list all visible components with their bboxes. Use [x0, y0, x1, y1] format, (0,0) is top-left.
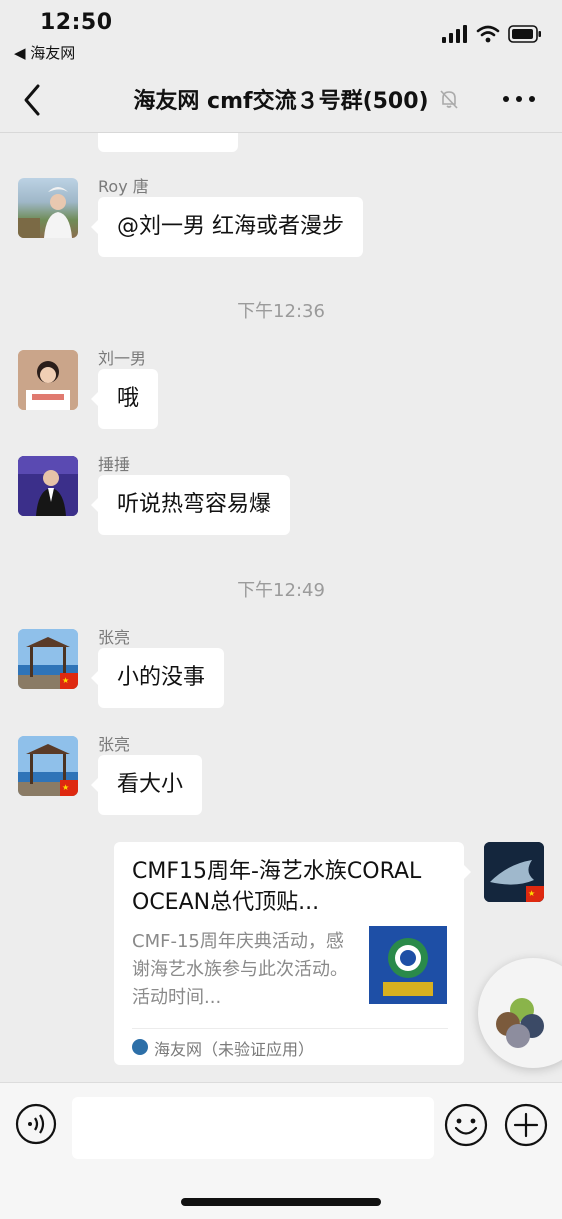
previous-message-bubble-clipped [98, 133, 238, 152]
message-input[interactable] [72, 1097, 434, 1159]
message-bubble[interactable]: 听说热弯容易爆 [90, 475, 291, 535]
avatar-zhang-liang[interactable]: ★ [18, 736, 78, 796]
back-to-app-link[interactable]: ◀ 海友网 [14, 42, 75, 63]
nav-divider [0, 132, 562, 133]
source-app-icon [132, 1039, 148, 1055]
back-chevron-icon[interactable] [18, 80, 48, 120]
status-time: 12:50 [40, 10, 113, 35]
message-bubble[interactable]: 哦 [90, 369, 159, 429]
voice-input-icon[interactable] [15, 1103, 57, 1145]
avatar-portrait-image [18, 187, 72, 238]
card-thumbnail [369, 926, 447, 1004]
battery-icon [508, 25, 541, 43]
svg-text:★: ★ [528, 889, 535, 898]
avatar-self[interactable]: ★ [484, 842, 544, 902]
card-title: CMF15周年-海艺水族CORAL OCEAN总代顶贴... [132, 859, 422, 915]
avatar-liu-yinan[interactable] [18, 350, 78, 410]
message-bubble[interactable]: 小的没事 [90, 648, 225, 708]
svg-text:★: ★ [62, 783, 69, 792]
floating-widget-icon [496, 998, 544, 1048]
avatar-suit-image [18, 456, 78, 516]
card-source: 海友网（未验证应用） [154, 1040, 315, 1059]
sender-name: 刘一男 [98, 349, 147, 368]
sender-name: 张亮 [98, 628, 131, 647]
link-card[interactable]: CMF15周年-海艺水族CORAL OCEAN总代顶贴... CMF-15周年庆… [114, 842, 471, 1065]
sender-name: Roy 唐 [98, 177, 149, 196]
floating-assistant-button[interactable] [478, 958, 562, 1068]
more-options-icon[interactable] [502, 92, 536, 106]
message-bubble[interactable]: @刘一男 红海或者漫步 [91, 197, 363, 257]
avatar-chui-chui[interactable] [18, 456, 78, 516]
chat-title: 海友网 cmf交流３号群(500) [133, 89, 429, 114]
signal-icon [442, 25, 467, 43]
message-bubble[interactable]: 看大小 [90, 755, 203, 815]
card-divider [132, 1028, 448, 1029]
avatar-child-image [18, 350, 78, 410]
timestamp: 下午12:49 [237, 580, 325, 601]
avatar-pavilion-image: ★ [18, 736, 78, 796]
card-description: CMF-15周年庆典活动，感谢海艺水族参与此次活动。活动时间... [132, 931, 348, 1008]
home-indicator [181, 1198, 381, 1206]
card-thumbnail-image [369, 926, 447, 1004]
avatar-pavilion-image: ★ [18, 629, 78, 689]
add-more-icon[interactable] [504, 1103, 548, 1147]
sender-name: 捶捶 [98, 455, 131, 474]
avatar-zhang-liang[interactable]: ★ [18, 629, 78, 689]
avatar-roy-tang[interactable] [18, 178, 78, 238]
status-icons [442, 24, 542, 44]
emoji-icon[interactable] [444, 1103, 488, 1147]
avatar-whale-image: ★ [484, 842, 544, 902]
svg-text:★: ★ [62, 676, 69, 685]
mute-bell-icon [440, 90, 458, 109]
sender-name: 张亮 [98, 735, 131, 754]
timestamp: 下午12:36 [237, 301, 325, 322]
wifi-icon [476, 25, 500, 43]
